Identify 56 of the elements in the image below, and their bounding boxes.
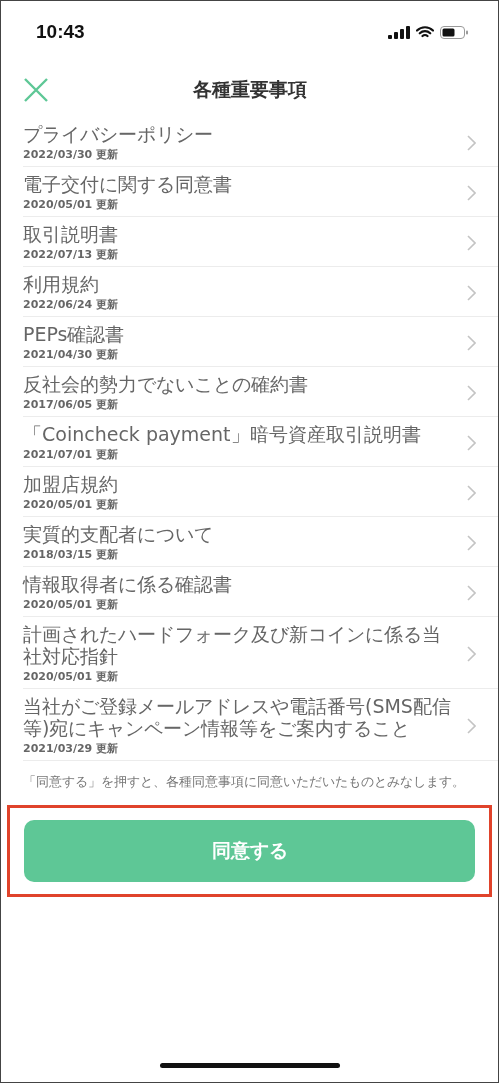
chevron-icon [467, 484, 476, 501]
document-item[interactable]: 反社会的勢力でないことの確約書 2017/06/05 更新 [23, 367, 498, 417]
updated-date: 2022/06/24 更新 [23, 298, 120, 312]
updated-date: 2018/03/15 更新 [23, 548, 120, 562]
screen-title: 各種重要事項 [192, 77, 307, 102]
document-title: プライバシーポリシー [23, 123, 214, 145]
updated-date: 2020/05/01 更新 [23, 670, 120, 684]
consent-notice: 「同意する」を押すと、各種同意事項に同意いただいたものとみなします。 [23, 773, 466, 791]
chevron-icon [467, 234, 476, 251]
document-title: 電子交付に関する同意書 [23, 173, 233, 195]
chevron-icon [467, 384, 476, 401]
document-title: 反社会的勢力でないことの確約書 [23, 373, 309, 395]
document-item[interactable]: 利用規約 2022/06/24 更新 [23, 267, 498, 317]
document-item[interactable]: PEPs確認書 2021/04/30 更新 [23, 317, 498, 367]
chevron-icon [467, 534, 476, 551]
chevron-icon [467, 134, 476, 151]
document-item[interactable]: プライバシーポリシー 2022/03/30 更新 [23, 117, 498, 167]
updated-date: 2021/07/01 更新 [23, 448, 120, 462]
chevron-icon [467, 584, 476, 601]
document-title: 加盟店規約 [23, 473, 119, 495]
updated-date: 2020/05/01 更新 [23, 498, 120, 512]
document-item[interactable]: 実質的支配者について 2018/03/15 更新 [23, 517, 498, 567]
document-item[interactable]: 加盟店規約 2020/05/01 更新 [23, 467, 498, 517]
signal-icon [388, 25, 410, 39]
updated-date: 2017/06/05 更新 [23, 398, 120, 412]
document-title: PEPs確認書 [23, 323, 126, 345]
document-item[interactable]: 情報取得者に係る確認書 2020/05/01 更新 [23, 567, 498, 617]
updated-date: 2021/03/29 更新 [23, 742, 120, 756]
chevron-icon [467, 434, 476, 451]
updated-date: 2020/05/01 更新 [23, 598, 120, 612]
document-title: 取引説明書 [23, 223, 119, 245]
document-title: 実質的支配者について [23, 523, 214, 545]
chevron-icon [467, 334, 476, 351]
document-title: 利用規約 [23, 273, 100, 295]
document-title: 当社がご登録メールアドレスや電話番号(SMS配信等)宛にキャンペーン情報等をご案内すること [23, 695, 452, 739]
chevron-icon [467, 284, 476, 301]
updated-date: 2022/07/13 更新 [23, 248, 120, 262]
document-item[interactable]: 計画されたハードフォーク及び新コインに係る当社対応指針 2020/05/01 更新 [23, 617, 498, 689]
wifi-icon [416, 25, 434, 39]
status-time: 10:43 [36, 21, 85, 43]
document-title: 「Coincheck payment」暗号資産取引説明書 [23, 423, 422, 445]
battery-icon [440, 25, 468, 39]
document-item[interactable]: 「Coincheck payment」暗号資産取引説明書 2021/07/01 更新 [23, 417, 498, 467]
updated-date: 2020/05/01 更新 [23, 198, 120, 212]
close-icon [23, 77, 49, 103]
chevron-icon [467, 184, 476, 201]
document-item[interactable]: 電子交付に関する同意書 2020/05/01 更新 [23, 167, 498, 217]
updated-date: 2022/03/30 更新 [23, 148, 120, 162]
updated-date: 2021/04/30 更新 [23, 348, 120, 362]
chevron-icon [467, 717, 476, 734]
close-button[interactable] [23, 77, 49, 103]
document-title: 計画されたハードフォーク及び新コインに係る当社対応指針 [23, 623, 442, 667]
document-item[interactable]: 取引説明書 2022/07/13 更新 [23, 217, 498, 267]
document-title: 情報取得者に係る確認書 [23, 573, 233, 595]
document-item[interactable]: 当社がご登録メールアドレスや電話番号(SMS配信等)宛にキャンペーン情報等をご案内すること 2021/03/29 更新 [23, 689, 498, 761]
chevron-icon [467, 645, 476, 662]
